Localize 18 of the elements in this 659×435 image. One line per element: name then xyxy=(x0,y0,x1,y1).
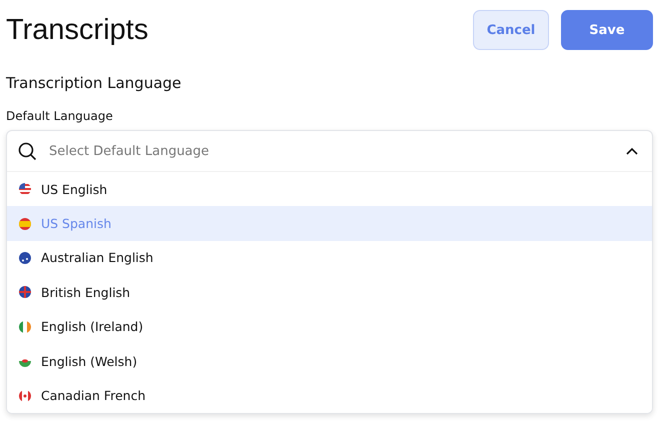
chevron-up-icon[interactable] xyxy=(626,147,638,155)
section-heading: Transcription Language xyxy=(6,74,182,92)
search-icon xyxy=(18,142,37,160)
language-option[interactable]: Australian English xyxy=(7,240,652,276)
field-label: Default Language xyxy=(6,109,114,123)
flag-icon xyxy=(19,218,31,230)
language-option[interactable]: English (Ireland) xyxy=(7,310,652,344)
page-title: Transcripts xyxy=(6,14,148,46)
language-option[interactable]: English (Welsh) xyxy=(7,344,652,378)
language-option[interactable]: British English xyxy=(7,275,652,310)
flag-icon xyxy=(19,390,31,402)
save-button[interactable]: Save xyxy=(561,10,653,50)
language-option[interactable]: US English xyxy=(7,172,652,206)
flag-icon xyxy=(19,183,31,196)
language-option[interactable]: Canadian French xyxy=(7,378,652,413)
flag-icon xyxy=(19,286,31,298)
flag-icon xyxy=(19,320,31,333)
flag-icon xyxy=(19,252,31,264)
